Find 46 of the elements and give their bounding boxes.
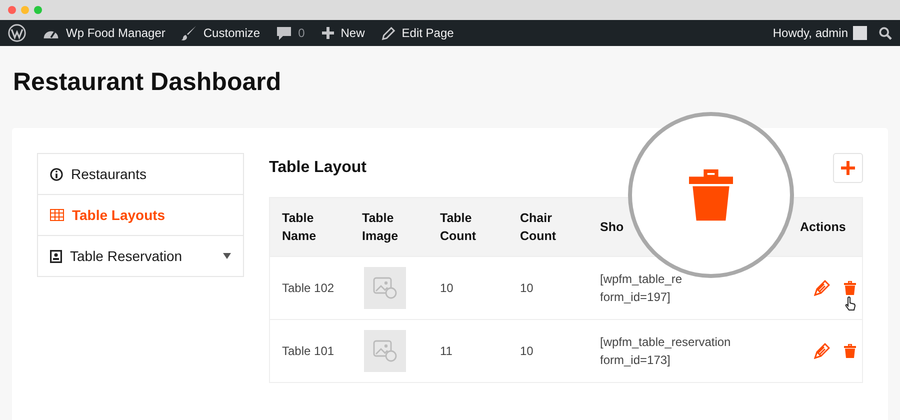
column-header: Sho bbox=[600, 218, 625, 236]
wordpress-logo-icon[interactable] bbox=[8, 24, 26, 42]
admin-bar-link[interactable]: Edit Page bbox=[402, 26, 454, 40]
edit-icon[interactable] bbox=[814, 343, 830, 359]
page-title: Restaurant Dashboard bbox=[12, 67, 282, 98]
contact-card-icon bbox=[50, 250, 62, 262]
section-title: Table Layout bbox=[269, 159, 366, 177]
zoom-dot[interactable] bbox=[34, 6, 42, 14]
admin-bar-link[interactable]: Wp Food Manager bbox=[66, 26, 166, 40]
column-header: Actions bbox=[800, 218, 847, 236]
edit-icon[interactable] bbox=[814, 280, 830, 296]
table-cell: Table 101 bbox=[282, 344, 334, 358]
image-placeholder-icon bbox=[364, 267, 406, 309]
image-placeholder-icon bbox=[364, 330, 406, 372]
admin-bar-link[interactable]: New bbox=[340, 26, 365, 40]
column-header: Table Count bbox=[440, 210, 478, 245]
sidebar-item[interactable]: Restaurants bbox=[38, 154, 243, 194]
admin-bar-link[interactable]: 0 bbox=[298, 26, 305, 40]
add-button[interactable] bbox=[833, 153, 863, 183]
column-header: Table Name bbox=[282, 210, 318, 245]
brush-icon bbox=[181, 25, 198, 41]
column-header: Chair Count bbox=[520, 210, 558, 245]
speech-bubble-icon bbox=[276, 25, 292, 41]
info-icon bbox=[50, 168, 63, 180]
table-cell: 11 bbox=[440, 344, 452, 358]
trash-icon bbox=[689, 169, 733, 221]
table-cell: 10 bbox=[520, 344, 534, 358]
table-cell: 10 bbox=[520, 281, 534, 295]
search-icon[interactable] bbox=[879, 26, 892, 40]
grid-icon bbox=[50, 209, 64, 221]
sidebar-item[interactable]: Table Reservation bbox=[38, 235, 243, 276]
close-dot[interactable] bbox=[8, 6, 16, 14]
shortcode-text: [wpfm_table_re form_id=197] bbox=[600, 271, 684, 306]
shortcode-text: [wpfm_table_reservation form_id=173] bbox=[600, 334, 732, 369]
caret-icon bbox=[223, 253, 231, 259]
pencil-icon bbox=[380, 26, 396, 40]
table-cell: Table 102 bbox=[282, 281, 334, 295]
admin-bar-link[interactable]: Customize bbox=[203, 26, 260, 40]
plus-icon bbox=[841, 161, 855, 175]
greeting-link[interactable]: Howdy, admin bbox=[772, 26, 848, 40]
table-cell: 10 bbox=[440, 281, 454, 295]
delete-icon[interactable] bbox=[844, 344, 856, 358]
delete-icon[interactable] bbox=[844, 281, 856, 295]
minimize-dot[interactable] bbox=[21, 6, 29, 14]
plus-icon bbox=[320, 26, 335, 40]
column-header: Table Image bbox=[362, 210, 400, 245]
